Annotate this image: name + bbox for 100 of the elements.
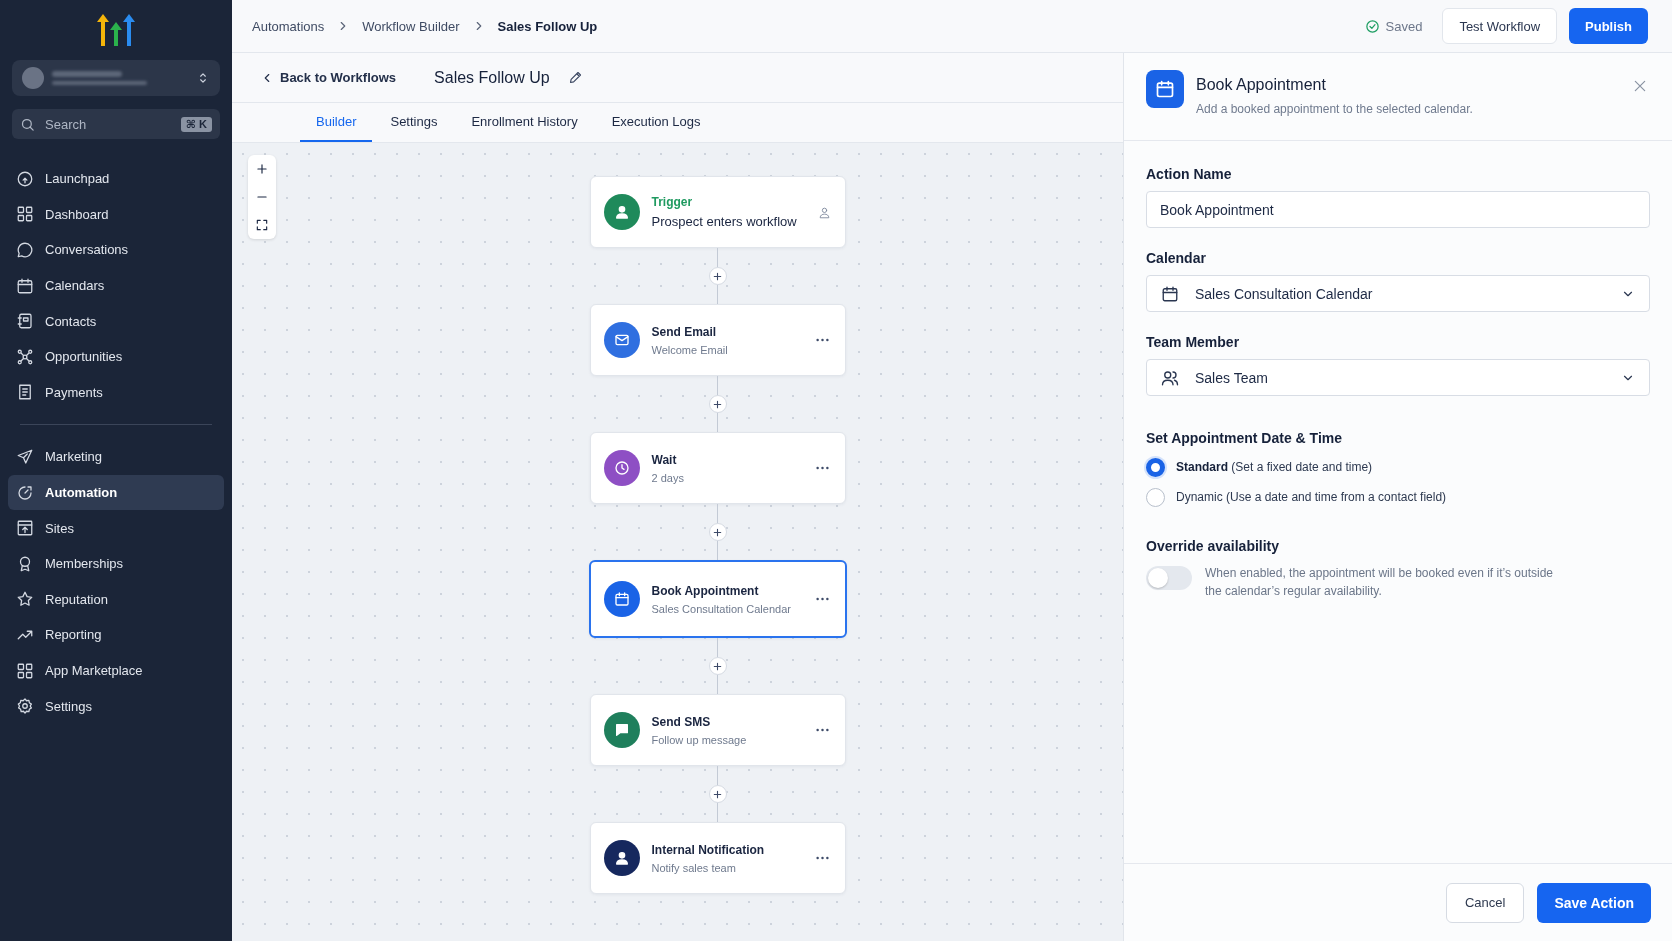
contact-book-icon — [16, 312, 34, 331]
workflow-title: Sales Follow Up — [434, 68, 550, 87]
radio-button[interactable] — [1146, 457, 1165, 477]
workflow-step-card[interactable]: Send SMS Follow up message — [589, 694, 846, 766]
sidebar-item[interactable]: Settings — [8, 688, 224, 724]
panel-description: Add a booked appointment to the selected calendar. — [1196, 102, 1474, 116]
action-name-field[interactable]: Book Appointment — [1146, 191, 1650, 228]
sidebar-item[interactable]: Marketing — [8, 439, 224, 475]
step-subtitle: Notify sales team — [651, 861, 737, 874]
plus-icon — [712, 660, 723, 672]
cancel-button[interactable]: Cancel — [1445, 882, 1525, 923]
ellipsis-icon — [815, 466, 829, 470]
tab[interactable]: Enrollment History — [455, 103, 594, 142]
breadcrumb-link[interactable]: Workflow Builder — [362, 18, 460, 34]
field-label: Calendar — [1146, 250, 1207, 266]
add-step-button[interactable] — [708, 395, 727, 413]
plus-icon — [712, 788, 723, 800]
tab[interactable]: Settings — [374, 103, 454, 142]
add-step-button[interactable] — [708, 785, 727, 803]
step-subtitle: Follow up message — [651, 733, 748, 746]
step-title: Send Email — [651, 324, 718, 339]
settings-icon — [16, 697, 34, 716]
publish-button[interactable]: Publish — [1569, 8, 1648, 44]
calendar-icon — [1155, 79, 1175, 99]
network-icon — [16, 347, 34, 366]
team-member-dropdown[interactable]: Sales Team — [1146, 359, 1650, 396]
search-input[interactable]: Search — [43, 115, 173, 133]
search-field[interactable]: Search ⌘ K — [12, 109, 220, 139]
calendar-icon — [1161, 284, 1179, 303]
ellipsis-icon — [815, 856, 829, 860]
web-page-icon — [16, 519, 34, 538]
add-step-button[interactable] — [708, 523, 727, 541]
sidebar-item[interactable]: Conversations — [8, 232, 224, 268]
sidebar-item[interactable]: App Marketplace — [8, 652, 224, 689]
panel-title: Book Appointment — [1196, 76, 1327, 94]
person-icon — [613, 850, 630, 866]
back-link[interactable]: Back to Workflows — [260, 70, 397, 85]
step-title: Book Appointment — [651, 583, 760, 598]
star-icon — [16, 590, 34, 609]
breadcrumb-link[interactable]: Sales Follow Up — [497, 18, 598, 34]
calendar-icon — [16, 276, 34, 295]
expand-icon — [255, 218, 269, 232]
step-subtitle: Prospect enters workflow — [651, 214, 798, 229]
field-label: Team Member — [1146, 334, 1241, 350]
sidebar-item[interactable]: Reputation — [8, 581, 224, 618]
people-icon — [1161, 368, 1179, 387]
clock-icon — [613, 460, 630, 476]
workflow-step-card[interactable]: Trigger Prospect enters workflow — [589, 176, 846, 248]
sidebar-item[interactable]: Launchpad — [8, 161, 224, 197]
workflow-step-card[interactable]: Send Email Welcome Email — [589, 304, 846, 376]
sidebar-item[interactable]: Payments — [8, 374, 224, 411]
plus-icon — [712, 398, 723, 410]
tab[interactable]: Execution Logs — [595, 103, 717, 142]
radio-label: Standard (Set a fixed date and time) — [1176, 460, 1373, 474]
ellipsis-icon — [815, 728, 829, 732]
check-circle-icon — [1364, 18, 1380, 34]
workflow-step-card[interactable]: Book Appointment Sales Consultation Calendar — [588, 560, 847, 638]
step-title: Wait — [651, 452, 678, 467]
toggle-switch[interactable] — [1146, 566, 1192, 590]
workflow-step-card[interactable]: Wait 2 days — [589, 432, 846, 504]
step-subtitle: 2 days — [651, 471, 685, 484]
rocket-gauge-icon — [16, 169, 34, 188]
test-workflow-button[interactable]: Test Workflow — [1442, 8, 1558, 44]
step-title: Internal Notification — [651, 842, 766, 857]
radio-button[interactable] — [1146, 487, 1165, 507]
account-switcher[interactable] — [12, 60, 220, 96]
field-label: Set Appointment Date & Time — [1146, 430, 1344, 446]
shortcut-hint: ⌘ K — [180, 116, 212, 132]
calendar-dropdown[interactable]: Sales Consultation Calendar — [1146, 275, 1650, 312]
sidebar-item[interactable]: Opportunities — [8, 338, 224, 375]
radio-label: Dynamic (Use a date and time from a contact field) — [1176, 490, 1447, 504]
save-action-button[interactable]: Save Action — [1537, 882, 1651, 923]
field-label: Override availability — [1146, 538, 1281, 554]
logo-icon — [96, 14, 136, 46]
person-icon — [817, 205, 831, 219]
sidebar-item[interactable]: Calendars — [8, 267, 224, 304]
sidebar-item[interactable]: Sites — [8, 510, 224, 546]
sidebar-item[interactable]: Reporting — [8, 617, 224, 653]
search-icon — [20, 116, 35, 132]
sidebar-item[interactable]: Automation — [8, 474, 224, 511]
pencil-icon — [567, 70, 583, 85]
help-text: When enabled, the appointment will be booked even if it’s outside the calendar’s regular availability. — [1205, 565, 1554, 600]
chat-bubble-icon — [613, 722, 630, 738]
sidebar-item[interactable]: Contacts — [8, 303, 224, 339]
breadcrumb-link[interactable]: Automations — [252, 18, 325, 34]
circular-arrow-icon — [16, 483, 34, 502]
envelope-icon — [613, 332, 630, 348]
add-step-button[interactable] — [708, 267, 727, 285]
workflow-step-card[interactable]: Internal Notification Notify sales team — [589, 822, 846, 894]
ellipsis-icon — [815, 338, 829, 342]
sidebar-item[interactable]: Memberships — [8, 545, 224, 582]
add-step-button[interactable] — [708, 657, 727, 675]
plus-icon — [255, 162, 269, 176]
chat-bubble-icon — [16, 241, 34, 259]
calendar-icon — [613, 591, 630, 607]
ellipsis-icon — [815, 597, 829, 601]
sidebar-item[interactable]: Dashboard — [8, 196, 224, 233]
field-label: Action Name — [1146, 166, 1233, 182]
plus-icon — [712, 270, 723, 282]
grid-icon — [16, 661, 34, 680]
